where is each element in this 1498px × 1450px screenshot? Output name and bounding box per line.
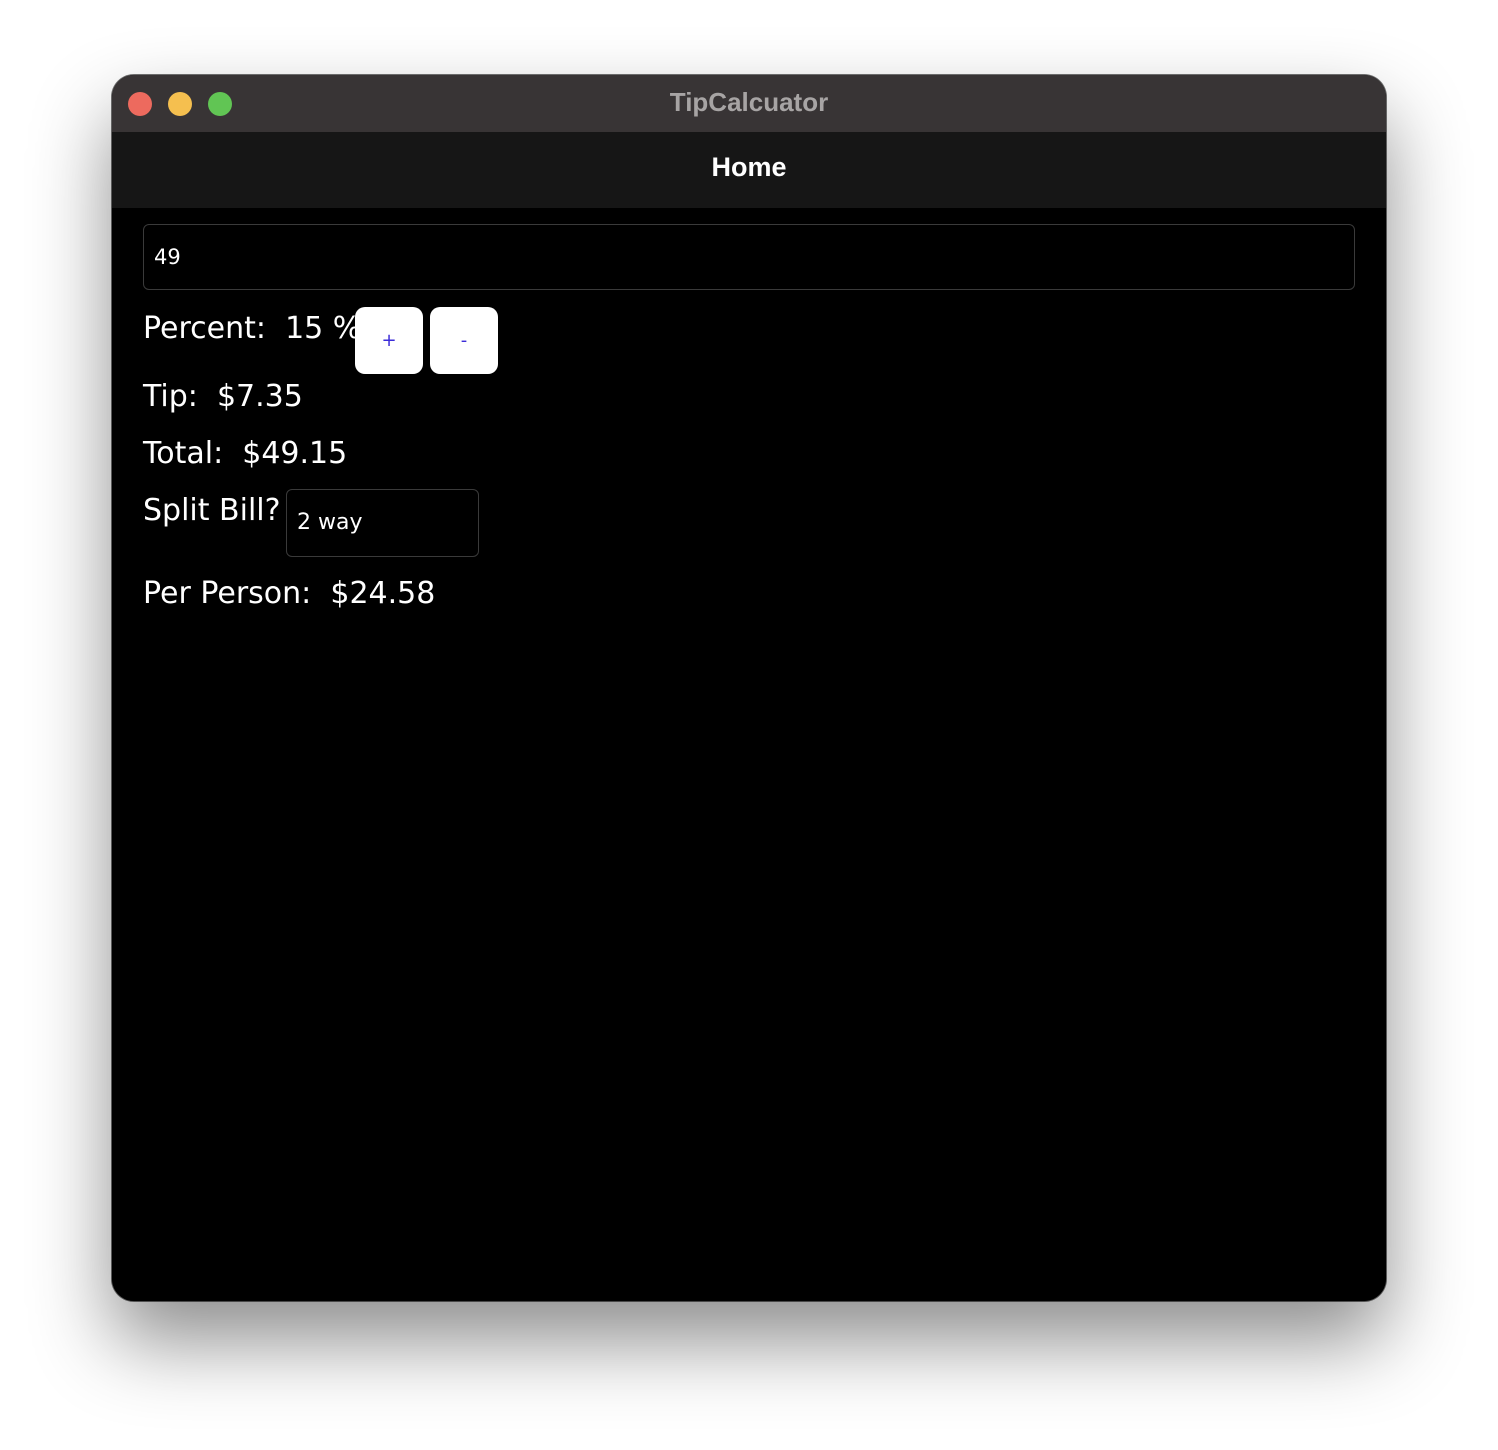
split-bill-picker[interactable]: 2 way (286, 489, 479, 557)
total-value: $49.15 (242, 436, 348, 471)
tip-value: $7.35 (216, 379, 303, 414)
tip-label: Tip: (143, 379, 198, 414)
total-label: Total: (143, 436, 224, 471)
window-title: TipCalcuator (669, 87, 829, 117)
total-row: Total: $49.15 (143, 436, 347, 471)
bill-amount-input[interactable]: 49 (143, 224, 1355, 290)
bill-amount-value: 49 (154, 245, 181, 269)
app-window: TipCalcuator Home 49 Percent: 15 % + - T… (112, 75, 1386, 1301)
title-bar: TipCalcuator (112, 75, 1386, 133)
increase-percent-button[interactable]: + (355, 307, 423, 374)
decrease-percent-button[interactable]: - (430, 307, 498, 374)
percent-value: 15 % (285, 311, 362, 346)
tip-row: Tip: $7.35 (143, 379, 303, 414)
main-content: 49 Percent: 15 % + - Tip: $7.35 Total: $… (112, 208, 1386, 1301)
percent-label: Percent: (143, 311, 266, 346)
page-title: Home (711, 152, 787, 182)
navigation-bar: Home (112, 132, 1386, 208)
per-person-label: Per Person: (143, 576, 312, 611)
split-bill-selected: 2 way (297, 510, 363, 535)
split-bill-label: Split Bill? (143, 493, 281, 528)
per-person-value: $24.58 (330, 576, 436, 611)
per-person-row: Per Person: $24.58 (143, 576, 435, 611)
percent-row: Percent: 15 % (143, 311, 361, 346)
